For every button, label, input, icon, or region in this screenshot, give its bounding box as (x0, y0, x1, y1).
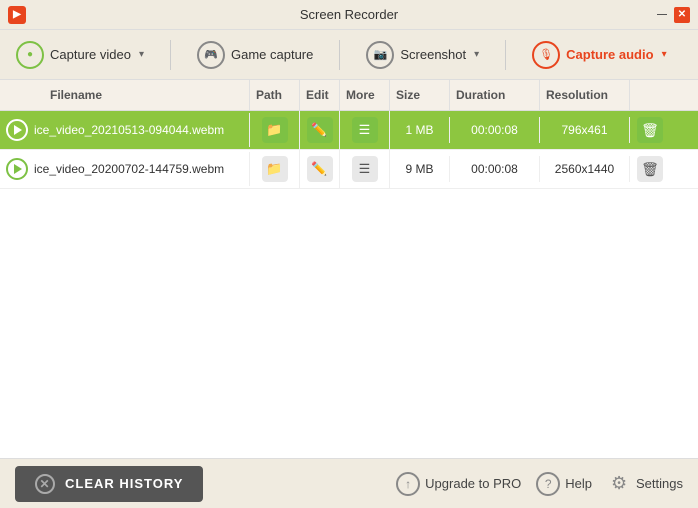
help-button[interactable]: ? Help (536, 472, 592, 496)
clear-x-icon: ✕ (35, 474, 55, 494)
row2-filename-text: ice_video_20200702-144759.webm (34, 162, 224, 176)
row2-play-icon (14, 164, 22, 174)
upgrade-button[interactable]: ↑ Upgrade to PRO (396, 472, 521, 496)
table-row[interactable]: ice_video_20200702-144759.webm 📁 ✏️ ☰ 9 … (0, 150, 698, 189)
content-area: Filename Path Edit More Size Duration Re… (0, 80, 698, 458)
capture-video-button[interactable]: ● Capture video ▾ (10, 37, 150, 73)
window-controls: — ✕ (654, 7, 690, 23)
capture-video-label: Capture video (50, 47, 131, 62)
empty-area (0, 189, 698, 449)
col-header-path: Path (250, 80, 300, 110)
row1-filename-text: ice_video_20210513-094044.webm (34, 123, 224, 137)
col-header-more: More (340, 80, 390, 110)
capture-video-dropdown-icon: ▾ (139, 49, 144, 60)
row1-more-button[interactable]: ☰ (352, 117, 378, 143)
row2-more-button[interactable]: ☰ (352, 156, 378, 182)
row2-filename: ice_video_20200702-144759.webm (0, 152, 250, 186)
row1-filename: ice_video_20210513-094044.webm (0, 113, 250, 147)
row2-edit-button[interactable]: ✏️ (307, 156, 333, 182)
col-header-size: Size (390, 80, 450, 110)
capture-audio-button[interactable]: 🎙 Capture audio ▾ (526, 37, 672, 73)
help-icon: ? (536, 472, 560, 496)
footer: ✕ CLEAR HISTORY ↑ Upgrade to PRO ? Help … (0, 458, 698, 508)
row1-path-button[interactable]: 📁 (262, 117, 288, 143)
game-capture-label: Game capture (231, 47, 313, 62)
toolbar-separator-3 (505, 40, 506, 70)
upgrade-icon: ↑ (396, 472, 420, 496)
screenshot-button[interactable]: 📷 Screenshot ▾ (360, 37, 485, 73)
title-bar: ▶ Screen Recorder — ✕ (0, 0, 698, 30)
screenshot-dropdown-icon: ▾ (474, 49, 479, 60)
row2-delete: 🗑 (630, 150, 670, 188)
table-header: Filename Path Edit More Size Duration Re… (0, 80, 698, 111)
capture-video-icon: ● (16, 41, 44, 69)
row1-size: 1 MB (390, 117, 450, 143)
game-capture-button[interactable]: 🎮 Game capture (191, 37, 319, 73)
row1-delete-button[interactable]: 🗑 (637, 117, 663, 143)
app-icon: ▶ (8, 6, 26, 24)
col-header-resolution: Resolution (540, 80, 630, 110)
row1-resolution: 796x461 (540, 117, 630, 143)
footer-right: ↑ Upgrade to PRO ? Help ⚙ Settings (396, 472, 683, 496)
screenshot-label: Screenshot (400, 47, 466, 62)
col-header-filename: Filename (0, 80, 250, 110)
row2-duration: 00:00:08 (450, 156, 540, 182)
col-header-edit: Edit (300, 80, 340, 110)
table-container: Filename Path Edit More Size Duration Re… (0, 80, 698, 458)
table-body: ice_video_20210513-094044.webm 📁 ✏️ ☰ 1 … (0, 111, 698, 189)
capture-audio-icon: 🎙 (532, 41, 560, 69)
table-row[interactable]: ice_video_20210513-094044.webm 📁 ✏️ ☰ 1 … (0, 111, 698, 150)
title-text: Screen Recorder (300, 7, 398, 22)
help-label: Help (565, 476, 592, 491)
settings-button[interactable]: ⚙ Settings (607, 472, 683, 496)
row2-more: ☰ (340, 150, 390, 188)
minimize-button[interactable]: — (654, 7, 670, 23)
capture-audio-dropdown-icon: ▾ (662, 49, 667, 60)
row2-delete-button[interactable]: 🗑 (637, 156, 663, 182)
upgrade-label: Upgrade to PRO (425, 476, 521, 491)
toolbar-separator-1 (170, 40, 171, 70)
row2-path: 📁 (250, 150, 300, 188)
capture-audio-label: Capture audio (566, 47, 653, 62)
row2-size: 9 MB (390, 156, 450, 182)
screenshot-icon: 📷 (366, 41, 394, 69)
row2-path-button[interactable]: 📁 (262, 156, 288, 182)
close-button[interactable]: ✕ (674, 7, 690, 23)
settings-label: Settings (636, 476, 683, 491)
row1-duration: 00:00:08 (450, 117, 540, 143)
row2-resolution: 2560x1440 (540, 156, 630, 182)
toolbar-separator-2 (339, 40, 340, 70)
row1-path: 📁 (250, 111, 300, 149)
row1-more: ☰ (340, 111, 390, 149)
row1-edit: ✏️ (300, 111, 340, 149)
row1-play-icon (14, 125, 22, 135)
toolbar: ● Capture video ▾ 🎮 Game capture 📷 Scree… (0, 30, 698, 80)
row2-edit: ✏️ (300, 150, 340, 188)
row2-play-button[interactable] (6, 158, 28, 180)
clear-history-label: CLEAR HISTORY (65, 476, 183, 491)
clear-history-button[interactable]: ✕ CLEAR HISTORY (15, 466, 203, 502)
col-header-duration: Duration (450, 80, 540, 110)
title-bar-left: ▶ (8, 6, 26, 24)
game-capture-icon: 🎮 (197, 41, 225, 69)
row1-edit-button[interactable]: ✏️ (307, 117, 333, 143)
gear-icon: ⚙ (607, 472, 631, 496)
col-header-delete (630, 80, 670, 110)
row1-play-button[interactable] (6, 119, 28, 141)
row1-delete: 🗑 (630, 111, 670, 149)
